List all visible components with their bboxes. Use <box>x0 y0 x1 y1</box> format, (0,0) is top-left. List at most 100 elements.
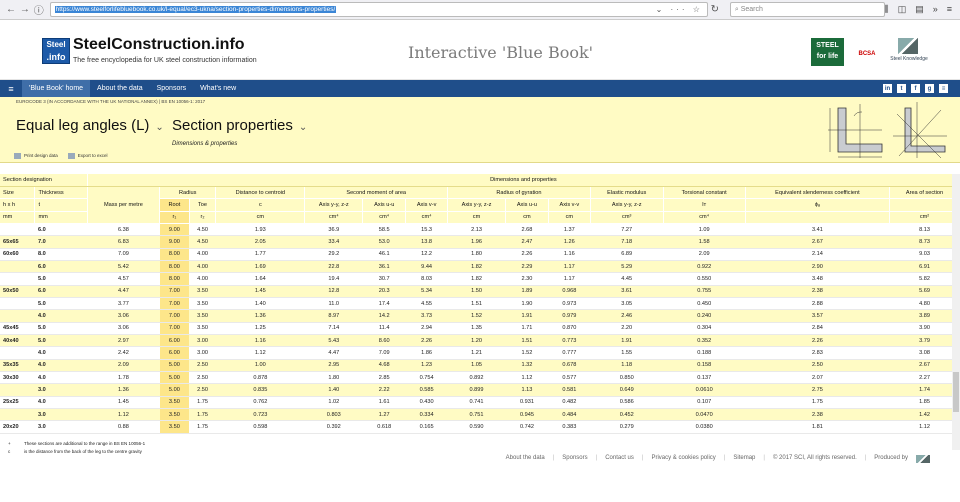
table-cell: 4.0 <box>34 309 88 323</box>
table-cell: 1.91 <box>505 309 549 323</box>
table-cell: 6.00 <box>159 334 190 348</box>
table-cell: 3.57 <box>745 309 890 323</box>
page-type-select[interactable]: Section properties ⌄ <box>172 117 307 134</box>
table-cell: 1.52 <box>505 346 549 360</box>
table-cell: 2.07 <box>745 371 890 385</box>
table-cell: 1.09 <box>663 223 746 237</box>
menu-icon[interactable]: ≡ <box>0 84 22 94</box>
table-cell: 0.945 <box>505 408 549 422</box>
search-input[interactable]: ⌕ Search <box>729 2 885 17</box>
table-cell: 0.751 <box>447 408 506 422</box>
table-cell: 0.392 <box>304 420 363 434</box>
table-cell: 0.586 <box>590 396 664 410</box>
table-cell: 1.91 <box>590 334 664 348</box>
table-row: 40x40 5.0 2.97 6.00 3.00 1.16 5.43 8.60 2.26 1.20… <box>0 334 960 348</box>
table-cell: 0.482 <box>548 396 591 410</box>
table-cell: 6.91 <box>889 260 960 274</box>
sci-footer-logo[interactable] <box>916 455 930 463</box>
url-text[interactable]: https://www.steelforlifebluebook.co.uk/l… <box>54 6 337 13</box>
nav-sponsors[interactable]: Sponsors <box>150 80 194 97</box>
table-cell: 1.86 <box>405 346 448 360</box>
footer-about-data[interactable]: About the data <box>506 455 545 463</box>
table-cell: 2.20 <box>590 322 664 335</box>
th-i-yy: Axis y-y, z-z <box>304 198 364 212</box>
library-icon[interactable]: ⫼ <box>885 4 889 15</box>
th-root-sym: r₁ <box>159 211 190 224</box>
th-w-yy: Axis y-y, z-z <box>590 198 664 212</box>
table-cell: 3.0 <box>34 383 88 397</box>
th-toe-sym: r₂ <box>189 211 217 224</box>
nav-bluebook-home[interactable]: 'Blue Book' home <box>22 80 91 97</box>
footer-produced-by: Produced by <box>874 455 908 461</box>
table-cell: 35x35 <box>0 359 35 373</box>
print-button[interactable]: Print design data <box>14 153 58 159</box>
table-cell: 1.90 <box>505 297 549 311</box>
back-icon[interactable]: ← <box>4 3 18 17</box>
hamburger-icon[interactable]: ≡ <box>947 4 952 15</box>
steel-for-life-logo[interactable]: STEEL for life <box>811 38 844 66</box>
footer-privacy[interactable]: Privacy & cookies policy <box>651 455 715 463</box>
feed-icon[interactable]: ≡ <box>939 84 948 93</box>
table-cell: 6.0 <box>34 223 88 237</box>
table-cell: 1.75 <box>189 420 216 434</box>
table-cell: 12.8 <box>304 285 363 298</box>
site-name[interactable]: SteelConstruction.info <box>73 36 245 54</box>
twitter-icon[interactable]: t <box>897 84 906 93</box>
table-cell: 4.0 <box>34 396 88 410</box>
table-cell: 15.3 <box>405 223 448 237</box>
footer-sitemap[interactable]: Sitemap <box>733 455 755 463</box>
table-cell <box>0 346 35 360</box>
bcsa-logo[interactable]: BCSA <box>856 38 878 66</box>
url-bar[interactable]: https://www.steelforlifebluebook.co.uk/l… <box>49 2 708 17</box>
table-cell: 1.25 <box>215 322 305 335</box>
facebook-icon[interactable]: f <box>911 84 920 93</box>
overflow-icon[interactable]: » <box>933 4 938 15</box>
section-type-select[interactable]: Equal leg angles (L) ⌄ <box>16 117 164 134</box>
export-button[interactable]: Export to excel <box>67 153 108 159</box>
url-actions[interactable]: ⌄ ··· ☆ <box>656 5 703 14</box>
reload-icon[interactable]: ↻ <box>708 3 722 17</box>
sci-logo[interactable]: Steel Knowledge <box>890 38 928 66</box>
linkedin-icon[interactable]: in <box>883 84 892 93</box>
info-icon[interactable]: ⓘ <box>32 3 46 17</box>
print-label: Print design data <box>24 153 58 159</box>
scrollbar[interactable] <box>952 174 960 450</box>
table-cell: 9.03 <box>889 248 960 261</box>
table-cell: 4.00 <box>189 272 216 286</box>
table-cell: 6.00 <box>159 346 190 360</box>
table-cell: 1.50 <box>447 285 506 298</box>
table-cell: 2.29 <box>505 260 549 274</box>
google-plus-icon[interactable]: g <box>925 84 934 93</box>
table-cell: 2.47 <box>505 235 549 249</box>
footer-contact[interactable]: Contact us <box>605 455 634 463</box>
table-cell: 2.90 <box>745 260 890 274</box>
table-cell: 0.762 <box>215 396 305 410</box>
table-cell: 2.67 <box>745 235 890 249</box>
table-row: 5.0 4.57 8.00 4.00 1.64 19.4 30.7 8.03 1.82 2.30 1… <box>0 272 960 286</box>
table-row: 50x50 6.0 4.47 7.00 3.50 1.45 12.8 20.3 5.34 1.50… <box>0 285 960 298</box>
table-cell: 0.352 <box>663 334 746 348</box>
th-root: Root <box>159 198 190 212</box>
sidebar-icon[interactable]: ◫ <box>898 4 907 15</box>
table-cell: 6.0 <box>34 260 88 274</box>
table-cell: 3.50 <box>189 322 216 335</box>
logo-top: Steel <box>46 40 66 49</box>
table-cell: 1.12 <box>87 408 160 422</box>
table-cell: 7.18 <box>590 235 664 249</box>
table-cell: 1.02 <box>304 396 363 410</box>
table-cell: 1.80 <box>304 371 363 385</box>
table-cell: 36.1 <box>362 260 406 274</box>
nav-about-data[interactable]: About the data <box>90 80 150 97</box>
forward-icon[interactable]: → <box>18 3 32 17</box>
table-cell: 0.777 <box>548 346 591 360</box>
table-cell: 5.82 <box>889 272 960 286</box>
table-cell: 1.16 <box>548 248 591 261</box>
table-cell: 0.450 <box>663 297 746 311</box>
site-logo[interactable]: Steel .info <box>42 38 70 64</box>
reader-icon[interactable]: ▤ <box>915 4 924 15</box>
table-cell: 0.304 <box>663 322 746 335</box>
table-cell: 29.2 <box>304 248 363 261</box>
scrollbar-thumb[interactable] <box>953 372 959 412</box>
nav-whats-new[interactable]: What's new <box>193 80 243 97</box>
footer-sponsors[interactable]: Sponsors <box>562 455 587 463</box>
